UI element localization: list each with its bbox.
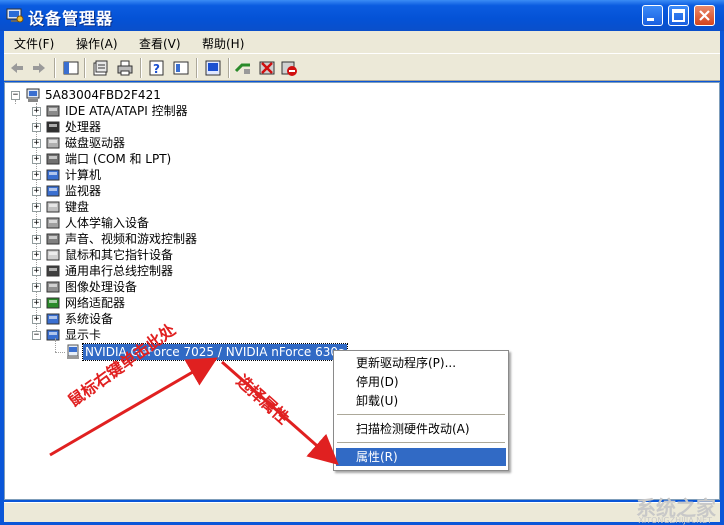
sound-icon: [46, 233, 60, 245]
monitor-icon: [46, 185, 60, 197]
display-adapter-icon: [46, 329, 60, 341]
menu-file[interactable]: 文件(F): [14, 35, 54, 52]
tree-line: [15, 100, 16, 104]
update-driver-icon[interactable]: [234, 59, 252, 77]
menu-uninstall[interactable]: 卸载(U): [336, 392, 506, 410]
maximize-icon: [672, 9, 685, 22]
computer-icon: [26, 88, 40, 102]
uninstall-icon[interactable]: [258, 59, 276, 77]
menu-bar: 文件(F) 操作(A) 查看(V) 帮助(H): [4, 31, 720, 53]
toolbar-separator: [84, 58, 86, 78]
menu-help[interactable]: 帮助(H): [202, 35, 244, 52]
expand-toggle[interactable]: +: [32, 187, 41, 196]
close-icon: [699, 10, 710, 21]
tree-category-label[interactable]: 键盘: [65, 199, 89, 215]
ide-controller-icon: [46, 105, 60, 117]
help-icon[interactable]: ?: [148, 59, 166, 77]
expand-toggle[interactable]: +: [32, 251, 41, 260]
svg-text:?: ?: [153, 62, 160, 76]
menu-disable[interactable]: 停用(D): [336, 373, 506, 391]
toolbar-separator: [228, 58, 230, 78]
usb-icon: [46, 265, 60, 277]
menu-separator: [337, 414, 505, 415]
print-icon[interactable]: [116, 59, 134, 77]
system-device-icon: [46, 313, 60, 325]
collapse-root-toggle[interactable]: −: [11, 91, 20, 100]
forward-icon[interactable]: [30, 59, 48, 77]
expand-toggle[interactable]: +: [32, 283, 41, 292]
expand-toggle[interactable]: +: [32, 299, 41, 308]
root-computer-label[interactable]: 5A83004FBD2F421: [45, 87, 161, 103]
menu-update-driver[interactable]: 更新驱动程序(P)...: [336, 354, 506, 372]
tree-category-label[interactable]: 通用串行总线控制器: [65, 263, 173, 279]
window-title: 设备管理器: [28, 9, 114, 28]
tree-category-label[interactable]: 网络适配器: [65, 295, 125, 311]
tree-category-label[interactable]: 鼠标和其它指针设备: [65, 247, 173, 263]
minimize-button[interactable]: [642, 5, 663, 26]
tree-category-label[interactable]: 磁盘驱动器: [65, 135, 125, 151]
expand-toggle[interactable]: +: [32, 123, 41, 132]
tree-category-label[interactable]: 图像处理设备: [65, 279, 137, 295]
expand-toggle[interactable]: +: [32, 315, 41, 324]
tree-category-label[interactable]: 系统设备: [65, 311, 113, 327]
disable-icon[interactable]: [280, 59, 298, 77]
processor-icon: [46, 121, 60, 133]
display-adapter-icon: [67, 344, 79, 359]
hid-icon: [46, 217, 60, 229]
tree-category-label[interactable]: 处理器: [65, 119, 101, 135]
menu-properties[interactable]: 属性(R): [336, 448, 506, 466]
collapse-toggle[interactable]: −: [32, 331, 41, 340]
expand-toggle[interactable]: +: [32, 235, 41, 244]
tree-category-label[interactable]: 端口 (COM 和 LPT): [65, 151, 171, 167]
toolbar: ?: [4, 53, 720, 81]
view-icon[interactable]: [172, 59, 190, 77]
expand-toggle[interactable]: +: [32, 171, 41, 180]
menu-scan-hardware[interactable]: 扫描检测硬件改动(A): [336, 420, 506, 438]
minimize-icon: [647, 18, 654, 21]
close-button[interactable]: [694, 5, 715, 26]
toolbar-separator: [196, 58, 198, 78]
show-hide-console-tree-icon[interactable]: [62, 59, 80, 77]
context-menu: 更新驱动程序(P)... 停用(D) 卸载(U) 扫描检测硬件改动(A) 属性(…: [333, 350, 509, 471]
device-manager-icon: [6, 8, 24, 23]
keyboard-icon: [46, 201, 60, 213]
toolbar-separator: [54, 58, 56, 78]
tree-category-label[interactable]: 声音、视频和游戏控制器: [65, 231, 197, 247]
network-adapter-icon: [46, 297, 60, 309]
menu-view[interactable]: 查看(V): [139, 35, 181, 52]
menu-action[interactable]: 操作(A): [76, 35, 118, 52]
imaging-icon: [46, 281, 60, 293]
computer-icon: [46, 169, 60, 181]
watermark-url: XITONGZHIJIA.NET: [638, 516, 712, 525]
scan-hardware-icon[interactable]: [204, 59, 222, 77]
back-icon[interactable]: [8, 59, 26, 77]
expand-toggle[interactable]: +: [32, 267, 41, 276]
maximize-button[interactable]: [668, 5, 689, 26]
expand-toggle[interactable]: +: [32, 219, 41, 228]
toolbar-separator: [140, 58, 142, 78]
disk-drive-icon: [46, 137, 60, 149]
mouse-icon: [46, 249, 60, 261]
properties-icon[interactable]: [92, 59, 110, 77]
tree-category-label[interactable]: 监视器: [65, 183, 101, 199]
status-bar: [4, 502, 720, 522]
title-bar[interactable]: 设备管理器: [0, 0, 724, 31]
expand-toggle[interactable]: +: [32, 155, 41, 164]
expand-toggle[interactable]: +: [32, 203, 41, 212]
tree-line: [55, 352, 65, 353]
expand-toggle[interactable]: +: [32, 139, 41, 148]
tree-line: [55, 338, 56, 352]
tree-category-label[interactable]: 计算机: [65, 167, 101, 183]
menu-separator: [337, 442, 505, 443]
tree-category-label[interactable]: 人体学输入设备: [65, 215, 149, 231]
expand-toggle[interactable]: +: [32, 107, 41, 116]
port-icon: [46, 153, 60, 165]
tree-category-label[interactable]: IDE ATA/ATAPI 控制器: [65, 103, 188, 119]
tree-category-label[interactable]: 显示卡: [65, 327, 101, 343]
